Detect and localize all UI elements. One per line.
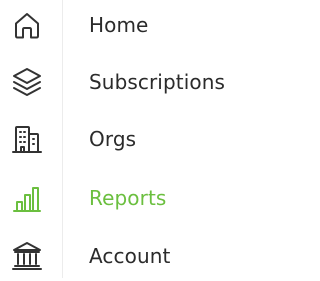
layers-icon (9, 64, 45, 100)
sidebar-item-orgs[interactable]: Orgs (0, 114, 244, 164)
sidebar-item-account[interactable]: Account (0, 231, 244, 281)
sidebar-item-subscriptions[interactable]: Subscriptions (0, 57, 244, 107)
buildings-icon (9, 121, 45, 157)
sidebar-item-label: Orgs (89, 127, 137, 151)
bar-chart-icon (9, 180, 45, 216)
bank-icon (9, 238, 45, 274)
sidebar-item-home[interactable]: Home (0, 0, 244, 50)
sidebar-item-label: Reports (89, 186, 167, 210)
sidebar-item-label: Subscriptions (89, 70, 225, 94)
sidebar-item-reports[interactable]: Reports (0, 173, 244, 223)
sidebar-item-label: Account (89, 244, 171, 268)
sidebar-item-label: Home (89, 13, 149, 37)
sidebar-nav: Home Subscriptions Orgs Reports Account (0, 0, 244, 278)
home-icon (9, 7, 45, 43)
